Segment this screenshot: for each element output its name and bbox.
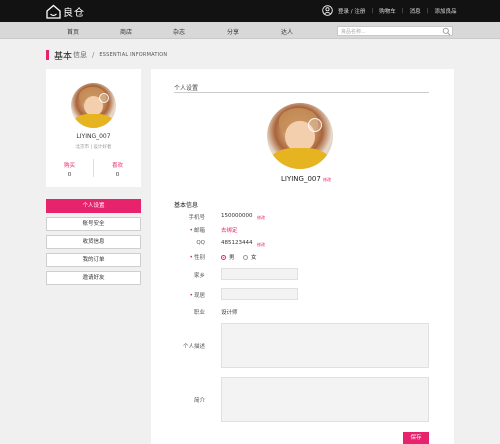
stat-likes-value: 0 (115, 172, 120, 178)
logo[interactable]: 良仓 (46, 3, 85, 19)
breadcrumb-title-sub: 信息 (73, 51, 88, 59)
gender-female-label: 女 (251, 255, 257, 261)
edit-phone-link[interactable]: 修改 (257, 215, 265, 221)
menu-item-invite-friends[interactable]: 邀请好友 (46, 271, 141, 285)
location-label: 现居 (193, 293, 205, 299)
description-label: 个人描述 (182, 344, 205, 350)
menu-item-shipping-info[interactable]: 收货信息 (46, 235, 141, 249)
user-icon[interactable] (322, 5, 333, 16)
search-placeholder: 良品名称... (341, 29, 366, 35)
settings-panel: 个人设置 LIYING_007 修改 基本信息 手机号 150000000 修改… (151, 69, 454, 444)
job-label: 职业 (193, 310, 205, 316)
required-marker: • (189, 254, 193, 261)
stat-likes[interactable]: 喜欢 0 (94, 161, 141, 178)
house-logo-icon (46, 4, 61, 19)
menu-item-account-security[interactable]: 账号安全 (46, 217, 141, 231)
section-title-basic-info: 基本信息 (174, 202, 199, 209)
required-marker: • (189, 227, 193, 234)
add-product-link[interactable]: 添加良品 (434, 7, 456, 15)
save-button[interactable]: 保存 (403, 432, 429, 444)
breadcrumb-title: 基本 (54, 51, 73, 62)
gender-male-radio[interactable] (221, 255, 226, 260)
panel-title: 个人设置 (174, 85, 199, 92)
breadcrumb-accent-bar (46, 50, 49, 60)
nav-item-shop[interactable]: 商店 (120, 27, 132, 36)
avatar-bubble (307, 117, 323, 133)
menu-item-personal-settings[interactable]: 个人设置 (46, 199, 141, 213)
login-register-link[interactable]: 登录 / 注册 (338, 7, 365, 15)
intro-textarea[interactable] (221, 377, 429, 422)
stat-purchases[interactable]: 购买 0 (46, 161, 93, 178)
bind-email-link[interactable]: 去绑定 (221, 226, 238, 234)
location-input[interactable] (221, 288, 298, 300)
edit-qq-link[interactable]: 修改 (257, 242, 265, 248)
profile-card: LIYING_007 北京市 | 设计好者 购买 0 喜欢 0 (46, 69, 141, 187)
edit-username-link[interactable]: 修改 (323, 177, 331, 183)
required-marker: • (189, 292, 193, 299)
stat-purchases-label: 购买 (63, 163, 75, 169)
hometown-label: 家乡 (193, 273, 205, 279)
job-value: 设计师 (221, 310, 238, 316)
qq-label: QQ (196, 240, 205, 246)
qq-value: 485123444 (221, 240, 253, 246)
settings-username: LIYING_007 (281, 175, 321, 183)
cart-link[interactable]: 购物车 (379, 7, 396, 15)
gender-label: 性别 (193, 255, 205, 261)
description-textarea[interactable] (221, 323, 429, 368)
gender-male-label: 男 (229, 255, 235, 261)
profile-avatar-large[interactable] (267, 103, 333, 169)
search-input[interactable]: 良品名称... (337, 26, 453, 36)
nav-item-share[interactable]: 分享 (227, 27, 239, 36)
avatar-bubble (98, 92, 109, 103)
messages-link[interactable]: 消息 (410, 7, 421, 15)
hometown-input[interactable] (221, 268, 298, 280)
gender-female-radio[interactable] (243, 255, 248, 260)
avatar-shirt (73, 113, 114, 128)
stat-purchases-value: 0 (67, 172, 72, 178)
top-link-separator: | (426, 8, 429, 14)
nav-item-experts[interactable]: 达人 (281, 27, 293, 36)
top-links: 登录 / 注册 | 购物车 | 消息 | 添加良品 (338, 7, 456, 15)
phone-value: 150000000 (221, 213, 253, 219)
profile-username: LIYING_007 (76, 133, 111, 140)
top-link-separator: | (371, 8, 374, 14)
search-icon[interactable] (442, 27, 451, 36)
menu-item-my-orders[interactable]: 我的订单 (46, 253, 141, 267)
profile-location: 北京市 | 设计好者 (75, 145, 112, 150)
phone-label: 手机号 (188, 215, 205, 221)
email-label: 邮箱 (193, 228, 205, 234)
breadcrumb-english: ESSENTIAL INFORMATION (99, 52, 168, 58)
nav-item-magazine[interactable]: 杂志 (173, 27, 185, 36)
breadcrumb: 基本 信息 / ESSENTIAL INFORMATION (46, 49, 168, 62)
top-link-separator: | (401, 8, 404, 14)
nav-item-home[interactable]: 首页 (67, 27, 79, 36)
brand-name: 良仓 (63, 7, 85, 19)
panel-divider (174, 92, 429, 93)
email-label-row: •邮箱 (171, 226, 205, 234)
stat-likes-label: 喜欢 (111, 163, 123, 169)
intro-label: 简介 (193, 398, 205, 404)
gender-label-row: •性别 (171, 253, 205, 261)
top-bar: 良仓 登录 / 注册 | 购物车 | 消息 | 添加良品 (0, 0, 500, 22)
avatar-shirt (270, 147, 330, 169)
avatar[interactable] (71, 83, 116, 128)
breadcrumb-separator: / (92, 51, 95, 59)
location-label-row: •现居 (171, 291, 205, 299)
